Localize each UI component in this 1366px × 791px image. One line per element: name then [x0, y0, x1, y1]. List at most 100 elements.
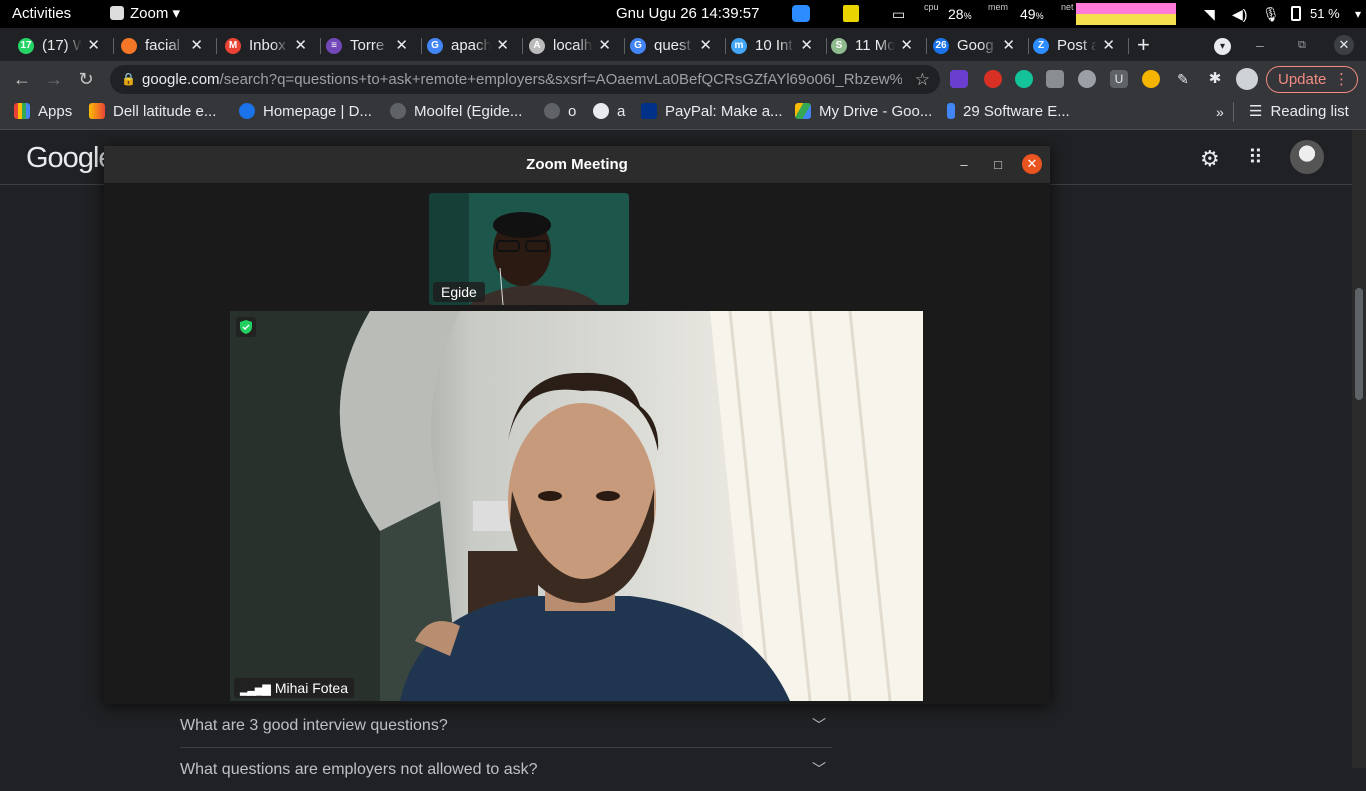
scrollbar-thumb[interactable] — [1355, 288, 1363, 400]
close-tab-icon[interactable]: ✕ — [1002, 32, 1015, 60]
close-tab-icon[interactable]: ✕ — [190, 32, 203, 60]
related-question[interactable]: What are 3 good interview questions? ﹀ — [180, 703, 832, 746]
tab-8[interactable]: S 11 Mo ✕ — [825, 32, 927, 60]
menu-kebab-icon[interactable]: ⋮ — [1334, 67, 1349, 92]
wifi-icon[interactable]: ◥ — [1204, 0, 1215, 28]
app-menu[interactable]: Zoom ▾ — [110, 0, 180, 28]
tab-7[interactable]: m 10 Int ✕ — [725, 32, 827, 60]
system-top-bar: Activities Zoom ▾ Gnu Ugu 26 14:39:57 ▭ … — [0, 0, 1366, 28]
bookmark-apps[interactable]: Apps — [14, 97, 72, 127]
tab-1[interactable]: facial ✕ — [115, 32, 217, 60]
signal-strength-icon: ▂▃▅▇ — [240, 684, 271, 696]
close-tab-icon[interactable]: ✕ — [496, 32, 509, 60]
close-tab-icon[interactable]: ✕ — [294, 32, 307, 60]
encryption-shield-icon[interactable] — [236, 317, 256, 337]
zoom-title-bar[interactable]: Zoom Meeting — [104, 146, 1050, 183]
bookmark-item[interactable]: PayPal: Make a... — [641, 97, 783, 127]
tab-0[interactable]: 17 (17) W ✕ — [12, 32, 114, 60]
tab-title: apach — [451, 37, 491, 54]
close-tab-icon[interactable]: ✕ — [1102, 32, 1115, 60]
restore-window-icon[interactable]: ⧉ — [1298, 32, 1306, 58]
close-tab-icon[interactable]: ✕ — [699, 32, 712, 60]
reload-icon[interactable]: ↻ — [72, 65, 100, 93]
extension-icon[interactable] — [950, 70, 968, 88]
tab-2[interactable]: M Inbox ✕ — [219, 32, 321, 60]
bookmark-item[interactable]: Moolfel (Egide... — [390, 97, 522, 127]
participant-thumbnail[interactable]: Egide — [429, 193, 629, 305]
bookmark-label: Apps — [38, 103, 73, 120]
close-tab-icon[interactable]: ✕ — [395, 32, 408, 60]
account-avatar[interactable] — [1290, 140, 1324, 174]
extensions-puzzle-icon[interactable]: ✱ — [1206, 70, 1224, 88]
forward-icon[interactable]: → — [40, 65, 68, 93]
monitor-icon[interactable]: ▭ — [892, 0, 905, 28]
related-question[interactable]: What questions are employers not allowed… — [180, 747, 832, 790]
notes-tray-icon[interactable] — [843, 5, 859, 22]
tab-9[interactable]: 26 Goog ✕ — [927, 32, 1029, 60]
url-text[interactable]: google.com/search?q=questions+to+ask+rem… — [142, 65, 902, 94]
tab-title: Torre — [350, 37, 385, 54]
zoom-tray-icon[interactable] — [792, 5, 810, 22]
bookmark-star-icon[interactable]: ☆ — [915, 65, 930, 94]
close-tab-icon[interactable]: ✕ — [87, 32, 100, 60]
extension-u-icon[interactable]: U — [1110, 70, 1128, 88]
page-scrollbar[interactable] — [1352, 130, 1366, 768]
close-icon[interactable]: ✕ — [1022, 154, 1042, 174]
activities-button[interactable]: Activities — [12, 0, 71, 28]
extension-icon[interactable] — [1078, 70, 1096, 88]
question-text: What questions are employers not allowed… — [180, 761, 538, 778]
settings-gear-icon[interactable]: ⚙ — [1200, 146, 1220, 172]
bookmark-item[interactable]: My Drive - Goo... — [795, 97, 932, 127]
battery-level[interactable]: 51 % — [1310, 0, 1340, 28]
tab-title: Post a — [1057, 37, 1097, 54]
grammarly-icon[interactable] — [1015, 70, 1033, 88]
tab-search-icon[interactable]: ▾ — [1214, 38, 1231, 55]
minimize-icon[interactable]: – — [954, 155, 974, 175]
close-window-icon[interactable]: ✕ — [1334, 35, 1354, 55]
clock[interactable]: Gnu Ugu 26 14:39:57 — [616, 0, 759, 28]
bookmark-item[interactable]: Dell latitude e... — [89, 97, 216, 127]
bookmark-item[interactable]: o — [544, 97, 576, 127]
github-icon — [544, 103, 560, 119]
profile-avatar[interactable] — [1236, 68, 1258, 90]
close-tab-icon[interactable]: ✕ — [598, 32, 611, 60]
lock-icon[interactable]: 🔒 — [121, 65, 136, 94]
microphone-icon[interactable]: 🎙 — [1262, 0, 1280, 28]
bookmark-item[interactable]: Homepage | D... — [239, 97, 372, 127]
close-tab-icon[interactable]: ✕ — [800, 32, 813, 60]
dropdown-icon: ▾ — [168, 5, 181, 22]
apps-grid-icon[interactable]: ⠿ — [1248, 145, 1263, 170]
back-icon[interactable]: ← — [8, 65, 36, 93]
zoom-title: Zoom Meeting — [526, 156, 628, 173]
network-graph — [1076, 3, 1176, 25]
tab-4[interactable]: Gapach ✕ — [421, 32, 523, 60]
system-menu-icon[interactable]: ▾ — [1355, 0, 1361, 28]
mem-usage: 49% — [1020, 0, 1044, 28]
reading-list-button[interactable]: ☰ Reading list — [1233, 102, 1349, 122]
bookmark-label: My Drive - Goo... — [819, 103, 933, 120]
tab-6[interactable]: Gquest ✕ — [624, 32, 726, 60]
volume-icon[interactable]: ◀) — [1232, 0, 1247, 28]
extension-icon[interactable] — [1142, 70, 1160, 88]
bookmark-item[interactable]: 29 Software E... — [947, 97, 1070, 127]
close-tab-icon[interactable]: ✕ — [900, 32, 913, 60]
tab-10[interactable]: Z Post a ✕ — [1027, 32, 1129, 60]
extension-icon[interactable] — [1046, 70, 1064, 88]
extension-icon[interactable] — [984, 70, 1002, 88]
maximize-icon[interactable]: □ — [988, 155, 1008, 175]
google-logo[interactable]: Google — [26, 142, 115, 175]
tab-bar: 17 (17) W ✕ facial ✕ M Inbox ✕ ≡ Torre ✕ Gapach ✕ Alo… — [0, 28, 1366, 61]
extension-brush-icon[interactable]: ✎ — [1174, 70, 1192, 88]
new-tab-button[interactable]: + — [1137, 32, 1150, 58]
site-icon: A — [529, 38, 545, 54]
update-button[interactable]: Update ⋮ — [1266, 66, 1358, 93]
cpu-label: cpu — [924, 2, 939, 12]
tab-3[interactable]: ≡ Torre ✕ — [320, 32, 422, 60]
active-speaker-video[interactable]: ▂▃▅▇ Mihai Fotea — [230, 311, 923, 701]
minimize-window-icon[interactable]: – — [1256, 32, 1264, 58]
bookmark-item[interactable]: a — [593, 97, 625, 127]
address-bar[interactable]: 🔒 google.com/search?q=questions+to+ask+r… — [110, 65, 940, 94]
tab-title: Inbox — [249, 37, 286, 54]
bookmarks-overflow-icon[interactable]: » — [1216, 97, 1224, 127]
tab-5[interactable]: Alocalh ✕ — [523, 32, 625, 60]
